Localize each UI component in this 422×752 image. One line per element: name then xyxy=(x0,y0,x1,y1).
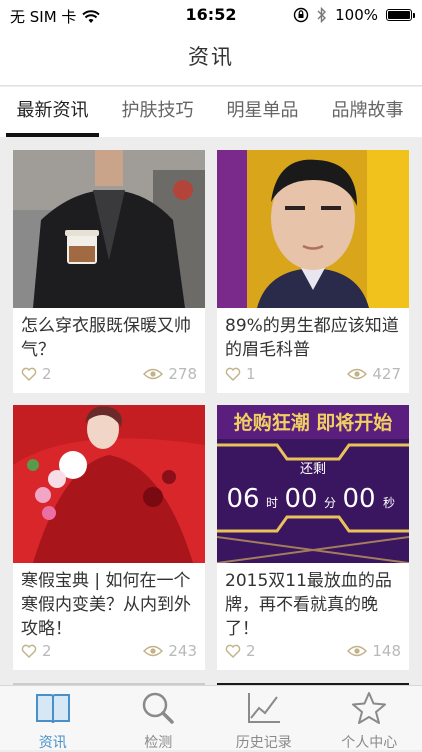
view-value: 148 xyxy=(372,642,401,660)
article-image-red-dress xyxy=(13,405,205,563)
view-count: 427 xyxy=(347,365,401,383)
like-count[interactable]: 2 xyxy=(21,365,52,383)
view-value: 427 xyxy=(372,365,401,383)
like-value: 2 xyxy=(246,642,256,660)
article-stats: 2 278 xyxy=(21,365,197,383)
like-count[interactable]: 1 xyxy=(225,365,256,383)
like-value: 2 xyxy=(42,365,52,383)
eye-icon xyxy=(143,368,163,380)
article-card-winter-beauty[interactable]: 寒假宝典 | 如何在一个寒假内变美？从内到外攻略！ 2 243 xyxy=(13,405,205,670)
bottom-tab-history[interactable]: 历史记录 xyxy=(211,686,317,750)
bottom-tab-news[interactable]: 资讯 xyxy=(0,686,106,750)
heart-icon xyxy=(225,644,241,658)
article-image-countdown-banner: 抢购狂潮 即将开始 还剩 06 时 00 分 00 秒 xyxy=(217,405,409,563)
nav-bar: 资讯 xyxy=(0,30,422,86)
banner-remaining-label: 还剩 xyxy=(300,462,326,477)
eye-icon xyxy=(347,645,367,657)
view-count: 148 xyxy=(347,642,401,660)
countdown-seconds: 00 xyxy=(342,484,375,514)
battery-icon xyxy=(386,9,412,21)
countdown-hours-unit: 时 xyxy=(266,496,278,510)
bottom-tab-bar: 资讯 检测 历史记录 个人中心 xyxy=(0,685,422,750)
battery-level xyxy=(388,11,410,19)
countdown-seconds-unit: 秒 xyxy=(383,496,395,510)
tab-brand-story[interactable]: 品牌故事 xyxy=(315,87,420,137)
category-tabs: 最新资讯 护肤技巧 明星单品 品牌故事 xyxy=(0,87,422,137)
bluetooth-icon xyxy=(317,7,327,23)
view-count: 278 xyxy=(143,365,197,383)
article-grid: 怎么穿衣服既保暖又帅气？ 2 278 xyxy=(13,150,409,670)
page-title: 资讯 xyxy=(0,30,422,84)
banner-headline: 抢购狂潮 即将开始 xyxy=(234,411,393,434)
like-count[interactable]: 2 xyxy=(225,642,256,660)
star-icon xyxy=(350,691,388,725)
article-image-portrait xyxy=(217,150,409,308)
like-value: 1 xyxy=(246,365,256,383)
article-card-winter-outfit[interactable]: 怎么穿衣服既保暖又帅气？ 2 278 xyxy=(13,150,205,393)
article-title: 怎么穿衣服既保暖又帅气？ xyxy=(13,308,205,360)
heart-icon xyxy=(225,367,241,381)
bottom-tab-label: 检测 xyxy=(106,732,212,752)
article-title: 寒假宝典 | 如何在一个寒假内变美？从内到外攻略！ xyxy=(13,563,205,637)
orientation-lock-icon xyxy=(293,7,309,23)
countdown-minutes-unit: 分 xyxy=(324,496,336,510)
article-stats: 2 148 xyxy=(225,642,401,660)
heart-icon xyxy=(21,367,37,381)
tab-skincare[interactable]: 护肤技巧 xyxy=(105,87,210,137)
countdown-hours: 06 xyxy=(226,484,259,514)
view-value: 243 xyxy=(168,642,197,660)
status-right: 100% xyxy=(293,6,412,24)
magnifier-icon xyxy=(139,691,177,725)
bottom-tab-label: 个人中心 xyxy=(317,732,422,752)
bottom-tab-label: 历史记录 xyxy=(211,732,317,752)
bottom-tab-detect[interactable]: 检测 xyxy=(106,686,212,750)
article-stats: 2 243 xyxy=(21,642,197,660)
like-value: 2 xyxy=(42,642,52,660)
tab-celebrity-items[interactable]: 明星单品 xyxy=(210,87,315,137)
heart-icon xyxy=(21,644,37,658)
article-title: 2015双11最放血的品牌，再不看就真的晚了！ xyxy=(217,563,409,637)
view-count: 243 xyxy=(143,642,197,660)
chart-icon xyxy=(245,691,283,725)
tab-latest[interactable]: 最新资讯 xyxy=(0,87,105,137)
article-title: 89%的男生都应该知道的眉毛科普 xyxy=(217,308,409,360)
bottom-tab-profile[interactable]: 个人中心 xyxy=(317,686,422,750)
like-count[interactable]: 2 xyxy=(21,642,52,660)
article-stats: 1 427 xyxy=(225,365,401,383)
article-card-eyebrow[interactable]: 89%的男生都应该知道的眉毛科普 1 427 xyxy=(217,150,409,393)
battery-percent: 100% xyxy=(335,6,378,24)
view-value: 278 xyxy=(168,365,197,383)
bottom-tab-label: 资讯 xyxy=(0,732,106,752)
eye-icon xyxy=(347,368,367,380)
article-image-coat xyxy=(13,150,205,308)
article-card-double11[interactable]: 抢购狂潮 即将开始 还剩 06 时 00 分 00 秒 2015双11最放血的品… xyxy=(217,405,409,670)
book-icon xyxy=(34,691,72,725)
status-bar: 无 SIM 卡 16:52 100% xyxy=(0,0,422,30)
eye-icon xyxy=(143,645,163,657)
countdown-minutes: 00 xyxy=(284,484,317,514)
